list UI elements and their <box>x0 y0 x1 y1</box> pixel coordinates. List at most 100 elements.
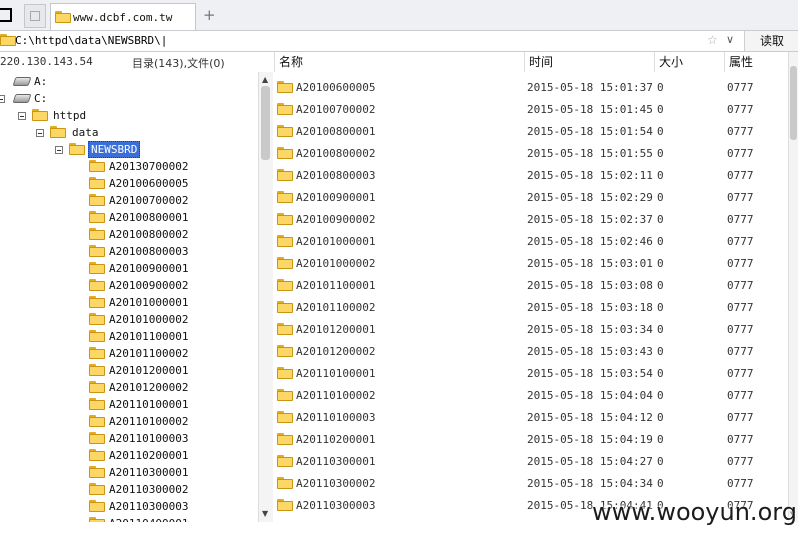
folder-icon <box>89 432 105 444</box>
tree-label-selected: NEWSBRD <box>88 141 141 158</box>
file-name: A20110100002 <box>296 389 376 402</box>
file-size: 0 <box>657 411 664 424</box>
file-row[interactable]: A20110100003 2015-05-18 15:04:12 0 0777 <box>272 406 786 428</box>
tree-label: A20110100002 <box>109 415 189 428</box>
tree-label: A20130700002 <box>109 160 189 173</box>
folder-icon <box>277 323 293 335</box>
file-name: A20110300001 <box>296 455 376 468</box>
folder-icon <box>277 455 293 467</box>
file-attr: 0777 <box>727 235 754 248</box>
file-row[interactable]: A20101200001 2015-05-18 15:03:34 0 0777 <box>272 318 786 340</box>
file-row[interactable]: A20110300002 2015-05-18 15:04:34 0 0777 <box>272 472 786 494</box>
file-attr: 0777 <box>727 455 754 468</box>
expander-icon[interactable] <box>55 146 63 154</box>
tab-bar: www.dcbf.com.tw + <box>0 0 798 31</box>
file-time: 2015-05-18 15:03:01 <box>527 257 653 270</box>
window-icon[interactable] <box>0 8 12 22</box>
folder-icon <box>89 228 105 240</box>
folder-icon <box>89 330 105 342</box>
path-input[interactable]: C:\httpd\data\NEWSBRD\| <box>15 34 167 47</box>
drive-icon <box>12 77 32 86</box>
folder-icon <box>50 126 66 138</box>
folder-icon <box>89 398 105 410</box>
file-row[interactable]: A20110200001 2015-05-18 15:04:19 0 0777 <box>272 428 786 450</box>
file-row[interactable]: A20101200002 2015-05-18 15:03:43 0 0777 <box>272 340 786 362</box>
file-row[interactable]: A20100900002 2015-05-18 15:02:37 0 0777 <box>272 208 786 230</box>
file-row[interactable]: A20101100002 2015-05-18 15:03:18 0 0777 <box>272 296 786 318</box>
column-header-time[interactable]: 时间 <box>524 52 655 72</box>
tree-label: data <box>72 126 99 139</box>
file-row[interactable]: A20110100001 2015-05-18 15:03:54 0 0777 <box>272 362 786 384</box>
file-attr: 0777 <box>727 433 754 446</box>
read-button[interactable]: 读取 <box>744 31 798 51</box>
tab-active[interactable]: www.dcbf.com.tw <box>50 3 196 30</box>
tree-label: C: <box>34 92 48 105</box>
folder-icon <box>277 235 293 247</box>
expander-icon[interactable] <box>0 95 5 103</box>
scroll-up-icon[interactable]: ▲ <box>262 75 268 84</box>
file-row[interactable]: A20100900001 2015-05-18 15:02:29 0 0777 <box>272 186 786 208</box>
scroll-thumb[interactable] <box>790 66 797 140</box>
tree-label: A20110300001 <box>109 466 189 479</box>
tree-label: A20100800002 <box>109 228 189 241</box>
tree-label: A20101000001 <box>109 296 189 309</box>
file-attr: 0777 <box>727 81 754 94</box>
tree-label: A20110200001 <box>109 449 189 462</box>
file-row[interactable]: A20110100002 2015-05-18 15:04:04 0 0777 <box>272 384 786 406</box>
file-row[interactable]: A20100800001 2015-05-18 15:01:54 0 0777 <box>272 120 786 142</box>
folder-icon <box>277 433 293 445</box>
tab-blank[interactable] <box>24 4 46 28</box>
folder-icon <box>277 301 293 313</box>
file-name: A20100900002 <box>296 213 376 226</box>
column-header-attr[interactable]: 属性 <box>724 52 789 72</box>
file-row[interactable]: A20100800003 2015-05-18 15:02:11 0 0777 <box>272 164 786 186</box>
file-name: A20100600005 <box>296 81 376 94</box>
file-row[interactable]: A20100800002 2015-05-18 15:01:55 0 0777 <box>272 142 786 164</box>
folder-icon <box>277 191 293 203</box>
file-size: 0 <box>657 455 664 468</box>
file-size: 0 <box>657 367 664 380</box>
file-time: 2015-05-18 15:03:18 <box>527 301 653 314</box>
expander-icon[interactable] <box>36 129 44 137</box>
scroll-thumb[interactable] <box>261 86 270 160</box>
file-row[interactable]: A20101100001 2015-05-18 15:03:08 0 0777 <box>272 274 786 296</box>
folder-icon <box>89 211 105 223</box>
folder-icon <box>55 11 71 23</box>
folder-icon <box>89 313 105 325</box>
file-size: 0 <box>657 125 664 138</box>
file-row[interactable]: A20110300001 2015-05-18 15:04:27 0 0777 <box>272 450 786 472</box>
list-scrollbar[interactable]: ▼ <box>788 52 798 522</box>
file-attr: 0777 <box>727 389 754 402</box>
new-tab-button[interactable]: + <box>203 6 216 24</box>
watermark: www.wooyun.org <box>592 498 797 526</box>
ip-address: 220.130.143.54 <box>0 55 93 68</box>
file-attr: 0777 <box>727 103 754 116</box>
column-header-size[interactable]: 大小 <box>654 52 725 72</box>
folder-icon <box>277 213 293 225</box>
file-name: A20100800001 <box>296 125 376 138</box>
tree-scrollbar[interactable]: ▲ ▼ <box>258 72 273 522</box>
file-row[interactable]: A20100700002 2015-05-18 15:01:45 0 0777 <box>272 98 786 120</box>
file-time: 2015-05-18 15:02:11 <box>527 169 653 182</box>
scroll-down-icon[interactable]: ▼ <box>262 509 268 518</box>
chevron-down-icon[interactable]: ∨ <box>726 33 734 46</box>
expander-icon[interactable] <box>18 112 26 120</box>
file-row[interactable]: A20101000001 2015-05-18 15:02:46 0 0777 <box>272 230 786 252</box>
file-size: 0 <box>657 147 664 160</box>
file-time: 2015-05-18 15:02:46 <box>527 235 653 248</box>
column-header-name[interactable]: 名称 <box>274 52 525 72</box>
file-row[interactable]: A20100600005 2015-05-18 15:01:37 0 0777 <box>272 76 786 98</box>
file-name: A20110200001 <box>296 433 376 446</box>
file-size: 0 <box>657 345 664 358</box>
star-icon[interactable]: ☆ <box>707 33 718 47</box>
file-row[interactable]: A20101000002 2015-05-18 15:03:01 0 0777 <box>272 252 786 274</box>
folder-icon <box>89 177 105 189</box>
folder-icon <box>89 517 105 522</box>
file-name: A20101200001 <box>296 323 376 336</box>
address-bar: C:\httpd\data\NEWSBRD\| ☆ ∨ 读取 <box>0 31 798 52</box>
folder-icon <box>277 345 293 357</box>
tree-label: A20101200002 <box>109 381 189 394</box>
tree-label: A20110300002 <box>109 483 189 496</box>
file-time: 2015-05-18 15:03:54 <box>527 367 653 380</box>
file-time: 2015-05-18 15:01:54 <box>527 125 653 138</box>
